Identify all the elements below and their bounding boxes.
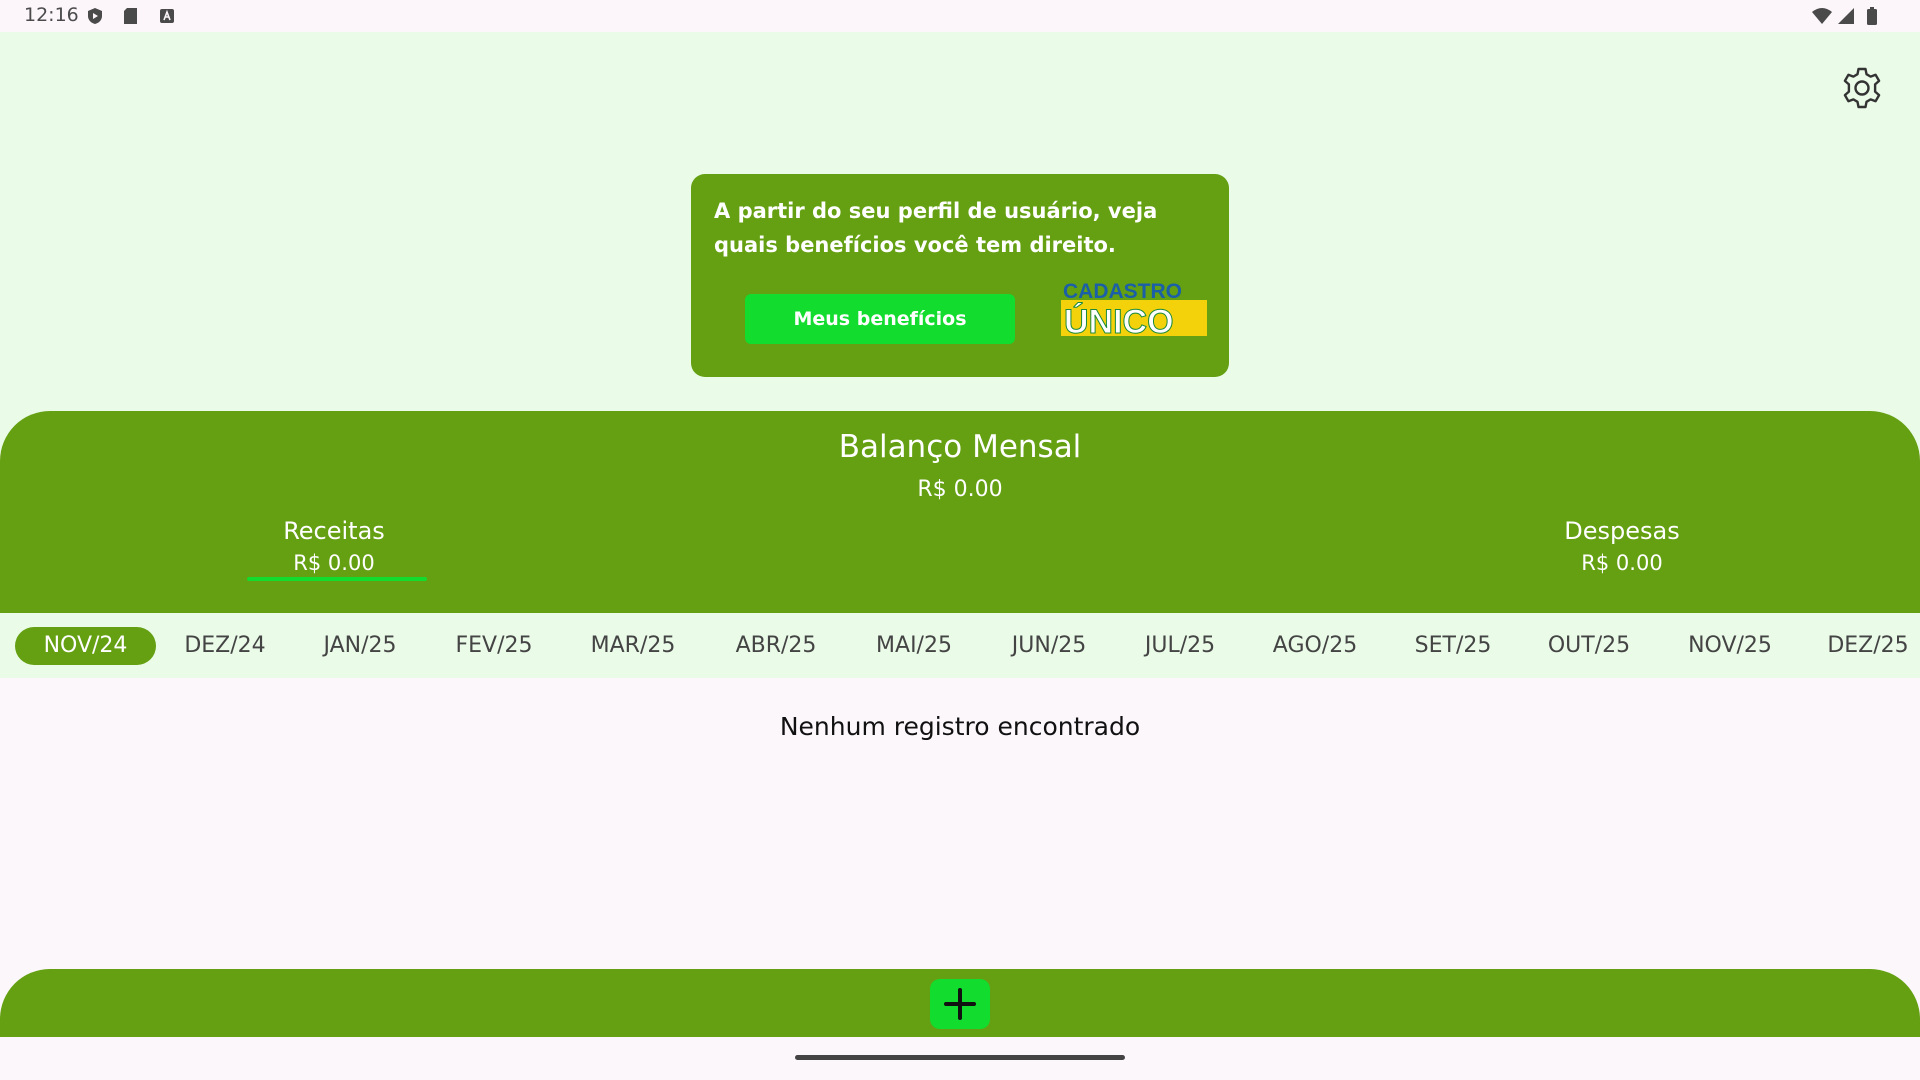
benefits-card: A partir do seu perfil de usuário, veja …: [691, 174, 1229, 377]
my-benefits-button[interactable]: Meus benefícios: [745, 294, 1015, 344]
month-tab-set25[interactable]: SET/25: [1402, 627, 1504, 665]
month-selector: NOV/24 DEZ/24 JAN/25 FEV/25 MAR/25 ABR/2…: [0, 613, 1920, 678]
month-tab-mai25[interactable]: MAI/25: [862, 627, 966, 665]
month-tab-dez24[interactable]: DEZ/24: [174, 627, 276, 665]
month-tab-jun25[interactable]: JUN/25: [998, 627, 1100, 665]
svg-text:CADASTRO: CADASTRO: [1063, 280, 1182, 303]
gear-icon: [1843, 67, 1881, 109]
status-bar: 12:16: [0, 0, 1920, 32]
a-box-icon: [160, 9, 174, 23]
month-tab-abr25[interactable]: ABR/25: [723, 627, 829, 665]
shield-icon: [88, 8, 102, 24]
sd-card-icon: [124, 8, 137, 24]
month-tab-ago25[interactable]: AGO/25: [1264, 627, 1366, 665]
month-tab-jan25[interactable]: JAN/25: [310, 627, 410, 665]
benefits-card-text: A partir do seu perfil de usuário, veja …: [714, 199, 1158, 257]
bottom-bar: [0, 969, 1920, 1037]
month-tab-out25[interactable]: OUT/25: [1538, 627, 1640, 665]
battery-icon: [1867, 7, 1877, 25]
svg-text:ÚNICO: ÚNICO: [1064, 303, 1174, 340]
income-value: R$ 0.00: [293, 551, 375, 575]
income-selected-indicator: [247, 577, 427, 581]
month-tab-jul25[interactable]: JUL/25: [1129, 627, 1231, 665]
month-tab-nov24[interactable]: NOV/24: [15, 627, 156, 665]
cadastro-unico-logo: CADASTRO ÚNICO: [1061, 280, 1207, 340]
month-tab-fev25[interactable]: FEV/25: [444, 627, 544, 665]
balance-total: R$ 0.00: [917, 477, 1003, 502]
app-screen: 12:16 A partir do seu perfil de usuário,…: [0, 0, 1920, 1080]
home-indicator[interactable]: [795, 1055, 1125, 1060]
income-label: Receitas: [283, 517, 385, 545]
empty-records-message: Nenhum registro encontrado: [779, 712, 1141, 741]
income-tab[interactable]: Receitas R$ 0.00: [234, 517, 434, 575]
wifi-icon: [1812, 8, 1832, 24]
plus-icon: [944, 988, 976, 1020]
settings-button[interactable]: [1838, 64, 1886, 112]
monthly-balance-panel: Balanço Mensal R$ 0.00 Receitas R$ 0.00 …: [0, 411, 1920, 613]
month-tab-nov25[interactable]: NOV/25: [1678, 627, 1782, 665]
expense-tab[interactable]: Despesas R$ 0.00: [1522, 517, 1722, 575]
add-record-button[interactable]: [930, 979, 990, 1029]
month-tab-dez25[interactable]: DEZ/25: [1818, 627, 1918, 665]
balance-title: Balanço Mensal: [838, 429, 1082, 465]
signal-icon: [1838, 8, 1854, 24]
status-time: 12:16: [24, 4, 79, 26]
expense-value: R$ 0.00: [1581, 551, 1663, 575]
expense-label: Despesas: [1564, 517, 1680, 545]
month-tab-mar25[interactable]: MAR/25: [577, 627, 689, 665]
